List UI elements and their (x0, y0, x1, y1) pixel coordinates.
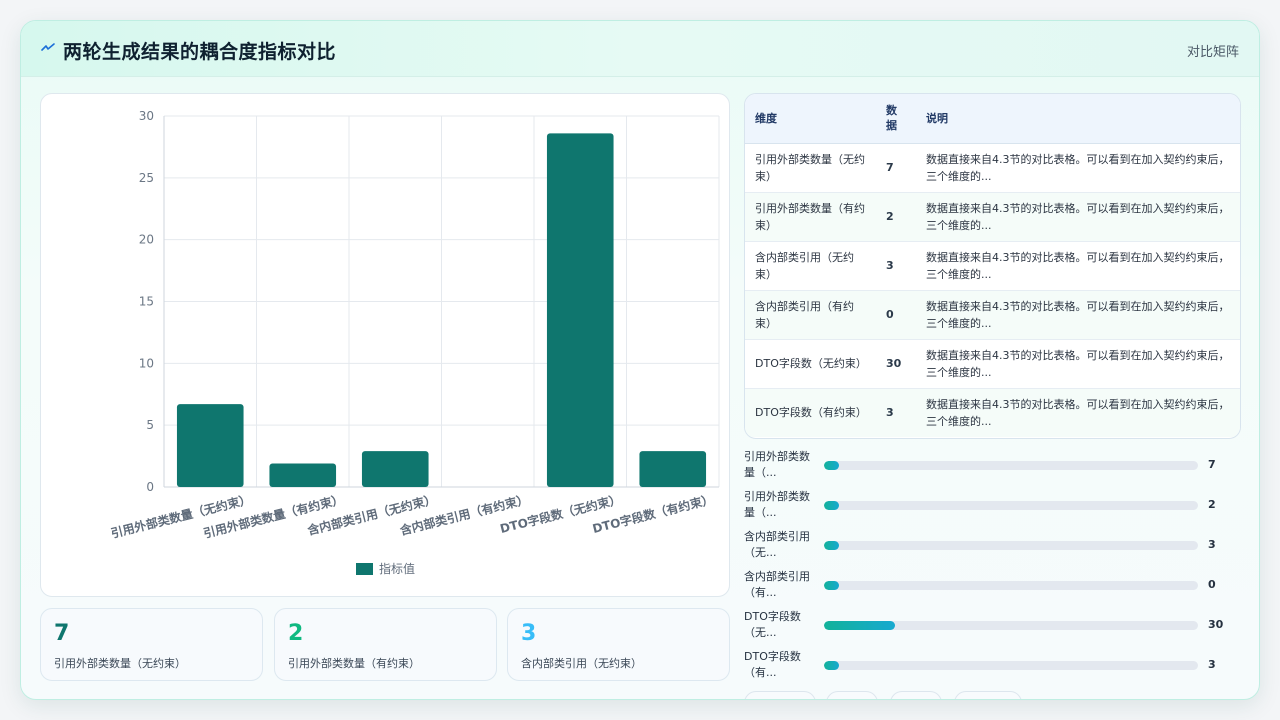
progress-fill (824, 501, 839, 510)
progress-track (824, 501, 1198, 510)
progress-value: 30 (1208, 618, 1224, 631)
table-row: 含内部类引用（有约束） 0 数据直接来自4.3节的对比表格。可以看到在加入契约约… (745, 290, 1240, 340)
y-tick-label: 10 (139, 356, 154, 370)
stat-value: 7 (54, 621, 70, 646)
progress-track (824, 661, 1198, 670)
progress-row: 引用外部类数量（... 2 (744, 489, 1244, 529)
y-tick-label: 20 (139, 233, 154, 247)
progress-value: 7 (1208, 458, 1216, 471)
table-row: 含内部类引用（无约束） 3 数据直接来自4.3节的对比表格。可以看到在加入契约约… (745, 241, 1240, 291)
bar (269, 463, 337, 487)
cell-data: 7 (876, 143, 916, 193)
filter-chip[interactable] (744, 691, 816, 699)
filter-chip[interactable] (890, 691, 942, 699)
progress-track (824, 581, 1198, 590)
stat-label: 引用外部类数量（无约束） (54, 657, 186, 670)
y-tick-label: 25 (139, 171, 154, 185)
bar-chart-card: 0 5 10 15 20 25 30 引用外部类数量（无约束） 引用外部类数量（有约束） 含内部类… (40, 93, 730, 597)
lightning-icon (41, 43, 55, 51)
progress-label: 引用外部类数量（... (744, 450, 810, 479)
progress-row: 含内部类引用（有... 0 (744, 569, 1244, 609)
filter-chip[interactable] (954, 691, 1022, 699)
cell-dimension: 引用外部类数量（有约束） (745, 192, 876, 242)
cell-dimension: DTO字段数（无约束） (745, 339, 876, 389)
progress-value: 0 (1208, 578, 1216, 591)
dashboard-panel: 两轮生成结果的耦合度指标对比 对比矩阵 0 5 10 15 20 25 30 引用外部类数量（… (20, 20, 1260, 700)
progress-label: DTO字段数（无... (744, 610, 801, 639)
cell-description: 数据直接来自4.3节的对比表格。可以看到在加入契约约束后，三个维度的... (916, 192, 1240, 242)
progress-value: 3 (1208, 538, 1216, 551)
cell-data: 30 (876, 339, 916, 389)
stat-label: 含内部类引用（无约束） (521, 657, 642, 670)
progress-value: 3 (1208, 658, 1216, 671)
page-title: 两轮生成结果的耦合度指标对比 (63, 41, 337, 63)
progress-track (824, 461, 1198, 470)
view-mode-label[interactable]: 对比矩阵 (1187, 41, 1239, 60)
progress-label: 引用外部类数量（... (744, 490, 810, 519)
progress-fill (824, 661, 839, 670)
progress-fill (824, 581, 839, 590)
bar (176, 404, 244, 487)
cell-data: 3 (876, 388, 916, 437)
table-row: DTO字段数（有约束） 3 数据直接来自4.3节的对比表格。可以看到在加入契约约… (745, 388, 1240, 437)
progress-track (824, 541, 1198, 550)
column-header-dimension: 维度 (745, 94, 876, 144)
bar (546, 133, 614, 487)
legend-swatch (356, 563, 373, 575)
stat-card: 7 引用外部类数量（无约束） (40, 608, 263, 681)
progress-label: 含内部类引用（无... (744, 530, 810, 559)
progress-bar-list: 引用外部类数量（... 7 引用外部类数量（... 2 含内部类引用（无... … (744, 449, 1244, 689)
progress-label: 含内部类引用（有... (744, 570, 810, 599)
cell-dimension: DTO字段数（有约束） (745, 388, 876, 437)
comparison-table: 维度 数据 说明 引用外部类数量（无约束） 7 数据直接来自4.3节的对比表格。… (745, 94, 1240, 437)
table-row: 引用外部类数量（有约束） 2 数据直接来自4.3节的对比表格。可以看到在加入契约… (745, 192, 1240, 242)
column-header-description: 说明 (916, 94, 1240, 144)
cell-data: 2 (876, 192, 916, 242)
cell-description: 数据直接来自4.3节的对比表格。可以看到在加入契约约束后，三个维度的... (916, 143, 1240, 193)
cell-data: 3 (876, 241, 916, 291)
y-tick-label: 5 (146, 418, 154, 432)
legend-label: 指标值 (379, 561, 415, 576)
stat-value: 3 (521, 621, 537, 646)
progress-label: DTO字段数（有... (744, 650, 801, 679)
y-tick-label: 0 (146, 480, 154, 494)
bar (361, 451, 429, 487)
cell-description: 数据直接来自4.3节的对比表格。可以看到在加入契约约束后，三个维度的... (916, 241, 1240, 291)
comparison-table-card: 维度 数据 说明 引用外部类数量（无约束） 7 数据直接来自4.3节的对比表格。… (744, 93, 1241, 439)
progress-row: DTO字段数（无... 30 (744, 609, 1244, 649)
progress-row: DTO字段数（有... 3 (744, 649, 1244, 689)
progress-row: 含内部类引用（无... 3 (744, 529, 1244, 569)
y-tick-label: 30 (139, 109, 154, 123)
stat-label: 引用外部类数量（有约束） (288, 657, 420, 670)
progress-fill (824, 461, 839, 470)
column-header-data: 数据 (876, 94, 916, 144)
stat-card: 3 含内部类引用（无约束） (507, 608, 730, 681)
cell-data: 0 (876, 290, 916, 340)
table-row: 引用外部类数量（无约束） 7 数据直接来自4.3节的对比表格。可以看到在加入契约… (745, 143, 1240, 193)
table-header-row: 维度 数据 说明 (745, 94, 1240, 144)
y-tick-label: 15 (139, 295, 154, 309)
progress-fill (824, 541, 839, 550)
filter-chip[interactable] (826, 691, 878, 699)
cell-dimension: 引用外部类数量（无约束） (745, 143, 876, 193)
cell-dimension: 含内部类引用（无约束） (745, 241, 876, 291)
stat-card: 2 引用外部类数量（有约束） (274, 608, 497, 681)
table-row: DTO字段数（无约束） 30 数据直接来自4.3节的对比表格。可以看到在加入契约… (745, 339, 1240, 389)
cell-description: 数据直接来自4.3节的对比表格。可以看到在加入契约约束后，三个维度的... (916, 388, 1240, 437)
bar (639, 451, 707, 487)
cell-description: 数据直接来自4.3节的对比表格。可以看到在加入契约约束后，三个维度的... (916, 290, 1240, 340)
stat-value: 2 (288, 621, 304, 646)
progress-track (824, 621, 1198, 630)
progress-value: 2 (1208, 498, 1216, 511)
progress-row: 引用外部类数量（... 7 (744, 449, 1244, 489)
cell-dimension: 含内部类引用（有约束） (745, 290, 876, 340)
panel-header: 两轮生成结果的耦合度指标对比 对比矩阵 (21, 21, 1259, 77)
progress-fill (824, 621, 896, 630)
cell-description: 数据直接来自4.3节的对比表格。可以看到在加入契约约束后，三个维度的... (916, 339, 1240, 389)
bar-chart: 051015202530引用外部类数量（无约束）引用外部类数量（有约束）含内部类… (109, 109, 720, 576)
